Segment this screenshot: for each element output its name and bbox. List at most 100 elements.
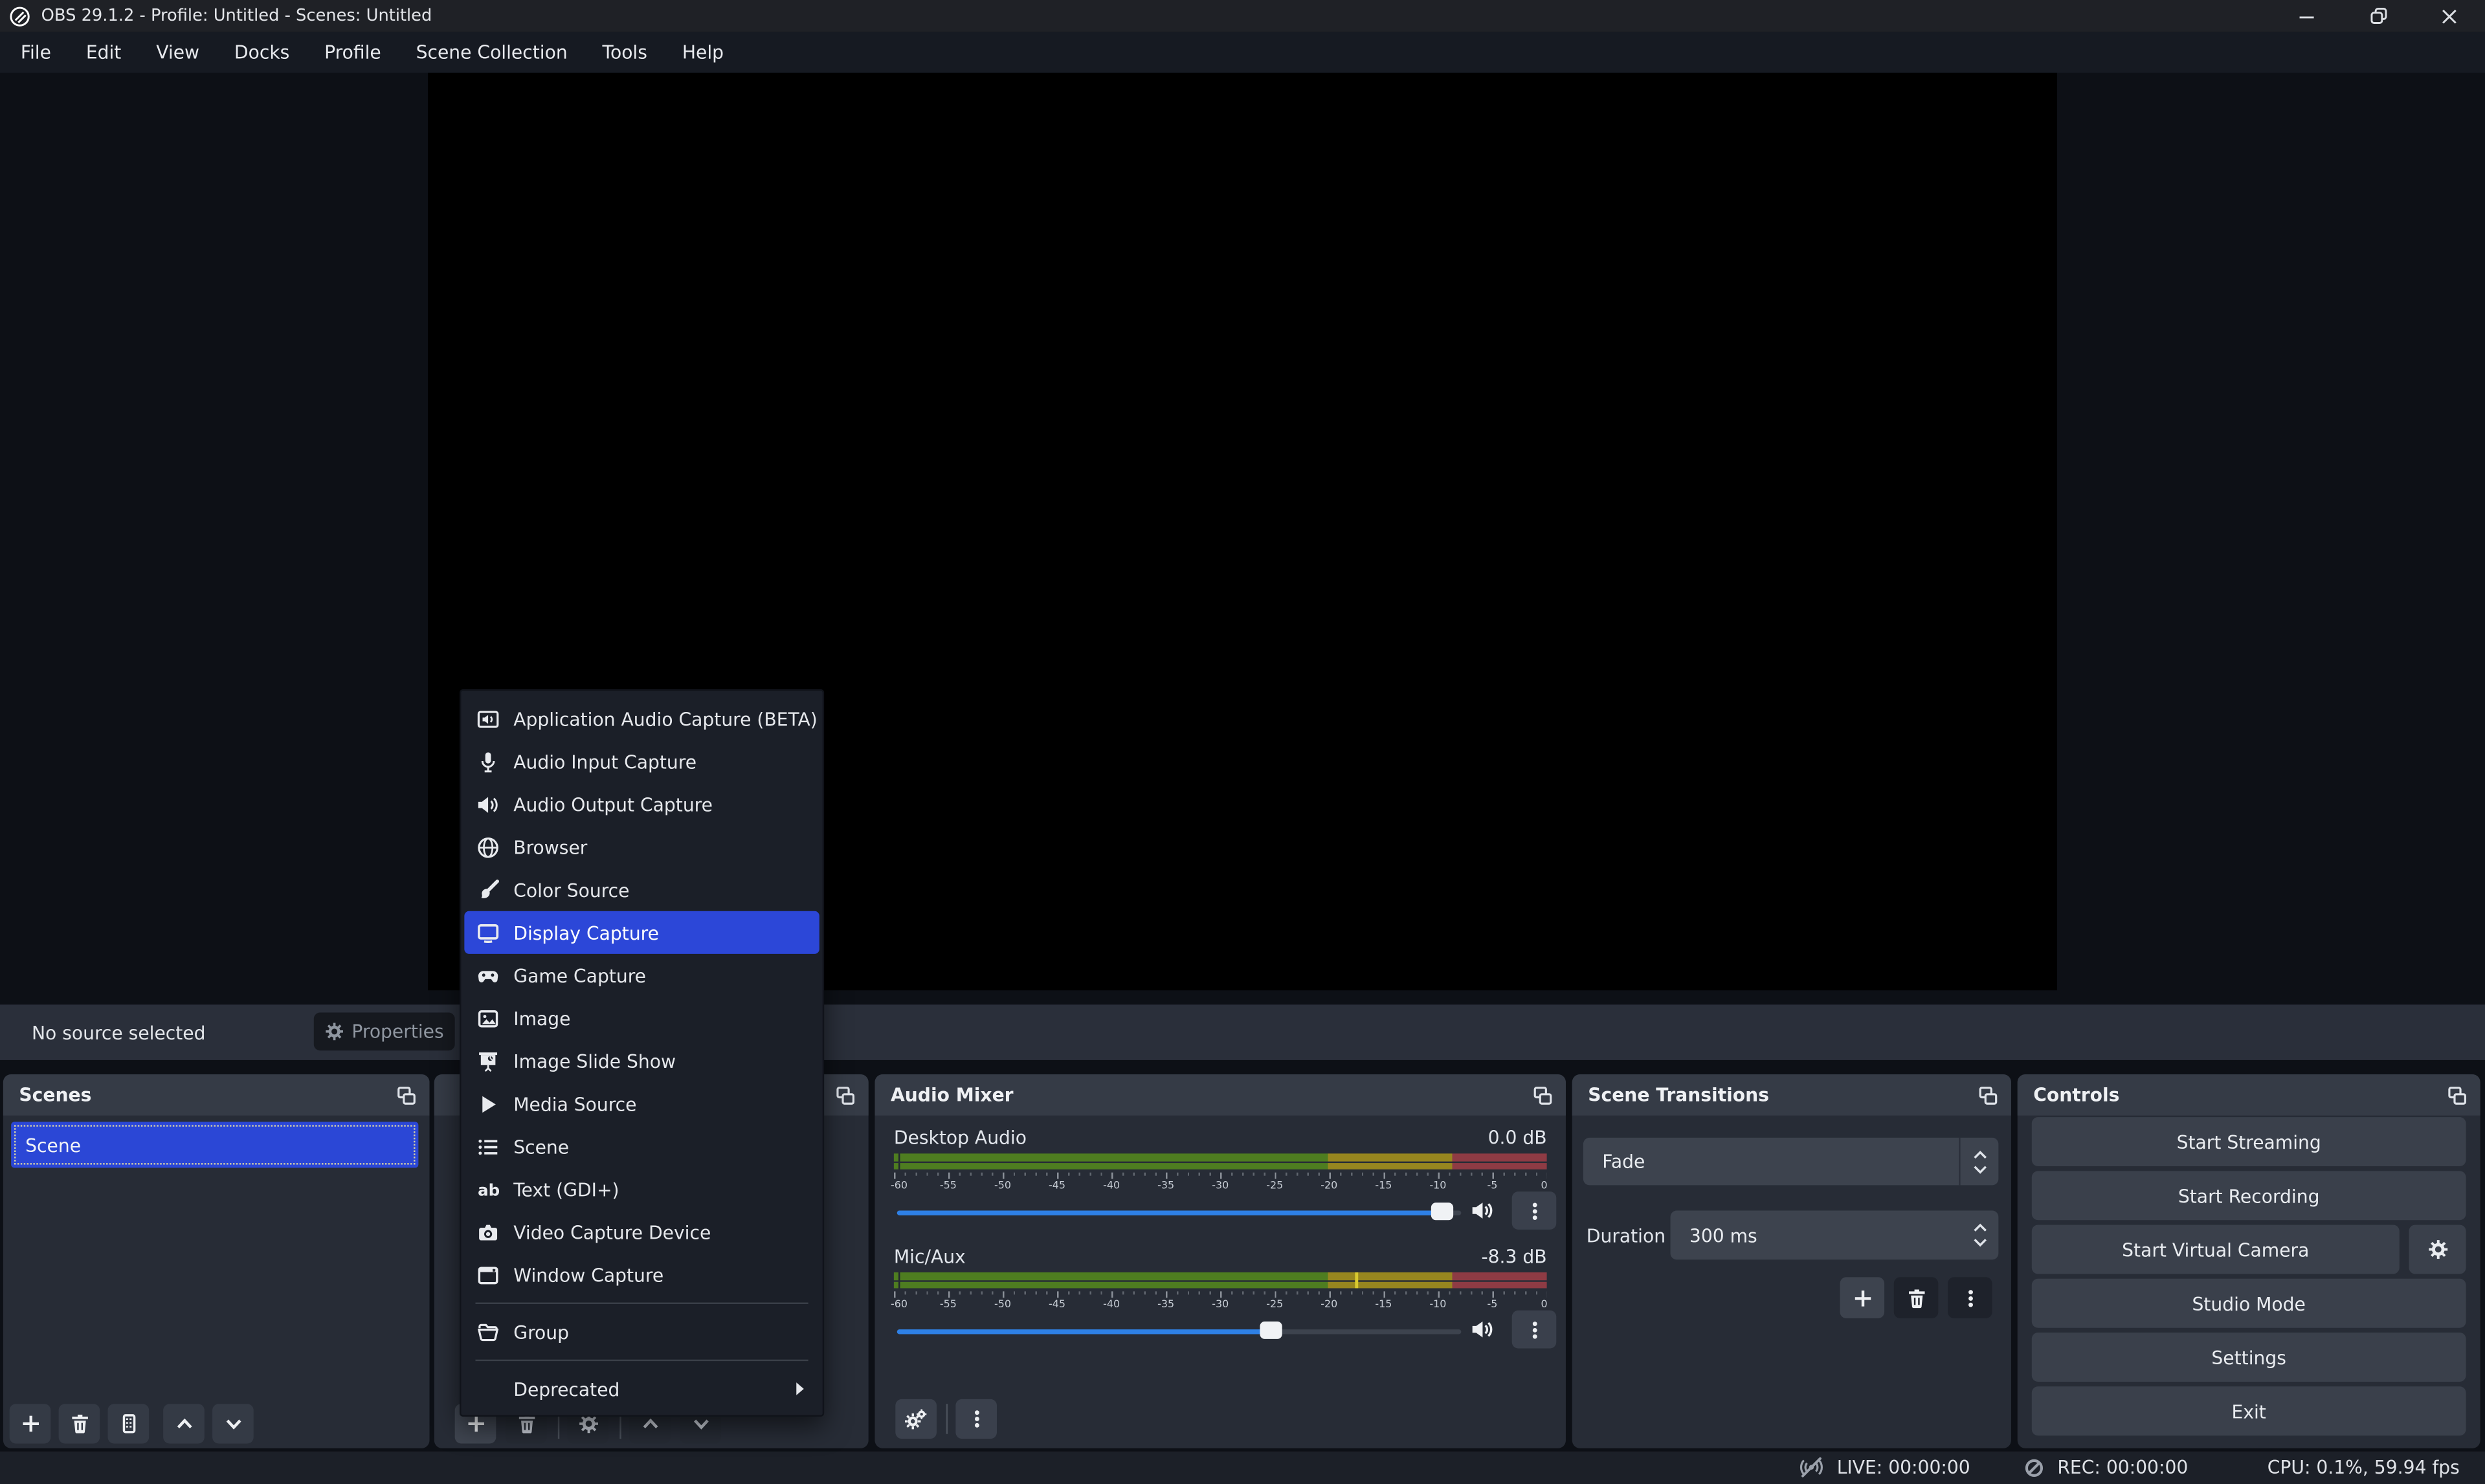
move-scene-up-button[interactable] — [163, 1404, 205, 1443]
text-icon: ab — [477, 1178, 499, 1200]
media-source-icon — [477, 1092, 499, 1114]
scene-icon — [477, 1135, 499, 1157]
popout-icon[interactable] — [1533, 1085, 1554, 1105]
audio-mixer-header[interactable]: Audio Mixer — [875, 1074, 1565, 1116]
popout-icon[interactable] — [396, 1085, 417, 1105]
menu-item-group[interactable]: Group — [464, 1311, 819, 1353]
menu-item-audio-output-capture[interactable]: Audio Output Capture — [464, 782, 819, 825]
menu-item-media-source[interactable]: Media Source — [464, 1082, 819, 1125]
scene-list-item[interactable]: Scene — [11, 1122, 418, 1168]
settings-button[interactable]: Settings — [2032, 1333, 2466, 1382]
scene-transitions-header[interactable]: Scene Transitions — [1572, 1074, 2011, 1116]
menu-profile[interactable]: Profile — [307, 32, 398, 73]
mixer-menu-button[interactable] — [955, 1399, 997, 1439]
controls-header[interactable]: Controls — [2018, 1074, 2480, 1116]
menu-item-browser[interactable]: Browser — [464, 826, 819, 869]
speaker-icon[interactable] — [1471, 1199, 1495, 1221]
gear-icon — [325, 1022, 344, 1041]
add-scene-button[interactable] — [10, 1404, 51, 1443]
menu-docks[interactable]: Docks — [217, 32, 307, 73]
menu-scene-collection[interactable]: Scene Collection — [399, 32, 585, 73]
peak-indicator — [1355, 1272, 1359, 1288]
menu-item-image-slide-show[interactable]: Image Slide Show — [464, 1039, 819, 1082]
menu-item-audio-input-capture[interactable]: Audio Input Capture — [464, 740, 819, 782]
mixer-channel-menu-button[interactable] — [1512, 1191, 1557, 1230]
minimize-button[interactable] — [2271, 0, 2342, 32]
menu-item-deprecated[interactable]: Deprecated — [464, 1368, 819, 1410]
menu-item-color-source[interactable]: Color Source — [464, 869, 819, 911]
transition-properties-button[interactable] — [1948, 1277, 1992, 1318]
mixer-channel-name: Desktop Audio — [894, 1127, 1027, 1149]
volume-slider[interactable] — [894, 1198, 1464, 1226]
move-scene-down-button[interactable] — [212, 1404, 254, 1443]
restore-icon — [2368, 6, 2387, 25]
title-bar: OBS 29.1.2 - Profile: Untitled - Scenes:… — [0, 0, 2485, 32]
popout-icon[interactable] — [835, 1085, 856, 1105]
chevron-down-icon — [1972, 1237, 1987, 1247]
source-properties-button[interactable]: Properties — [314, 1012, 455, 1050]
volume-slider-handle[interactable] — [1431, 1202, 1453, 1220]
start-virtual-camera-button[interactable]: Start Virtual Camera — [2032, 1225, 2400, 1274]
menu-file[interactable]: File — [3, 32, 69, 73]
transition-spinner[interactable] — [1961, 1149, 1999, 1173]
maximize-button[interactable] — [2343, 0, 2414, 32]
popout-icon[interactable] — [2447, 1085, 2468, 1105]
mixer-channel-level: -8.3 dB — [1481, 1245, 1546, 1267]
add-source-context-menu: Application Audio Capture (BETA) Audio I… — [460, 689, 824, 1417]
exit-button[interactable]: Exit — [2032, 1386, 2466, 1435]
game-capture-icon — [477, 964, 499, 986]
popout-icon[interactable] — [1978, 1085, 1999, 1105]
menu-edit[interactable]: Edit — [69, 32, 139, 73]
scene-transitions-dock: Scene Transitions Fade Duration 300 ms — [1572, 1074, 2011, 1448]
mixer-channel-menu-button[interactable] — [1512, 1311, 1557, 1349]
volume-meter — [894, 1272, 1547, 1288]
window-icon — [477, 1264, 499, 1286]
virtual-camera-settings-button[interactable] — [2409, 1225, 2466, 1274]
scene-transitions-title: Scene Transitions — [1588, 1084, 1978, 1106]
add-transition-button[interactable] — [1840, 1277, 1885, 1318]
chevron-up-icon — [173, 1413, 194, 1434]
speaker-icon[interactable] — [1471, 1318, 1495, 1340]
start-streaming-button[interactable]: Start Streaming — [2032, 1117, 2466, 1166]
menu-item-image[interactable]: Image — [464, 997, 819, 1039]
studio-mode-button[interactable]: Studio Mode — [2032, 1279, 2466, 1328]
menu-item-window-capture[interactable]: Window Capture — [464, 1254, 819, 1296]
menu-view[interactable]: View — [139, 32, 217, 73]
volume-slider-handle[interactable] — [1259, 1322, 1281, 1339]
scene-filters-button[interactable] — [107, 1404, 149, 1443]
volume-slider[interactable] — [894, 1317, 1464, 1346]
no-source-selected-label: No source selected — [32, 1004, 206, 1060]
transition-select[interactable]: Fade — [1583, 1138, 1998, 1185]
menu-item-application-audio-capture[interactable]: Application Audio Capture (BETA) — [464, 697, 819, 740]
meter-scale-labels: -60-55 -50-45 -40-35 -30-25 -20-15 -10-5… — [894, 1298, 1547, 1311]
gear-icon — [2427, 1239, 2448, 1260]
transition-value: Fade — [1602, 1150, 1959, 1172]
double-gear-icon — [905, 1408, 927, 1430]
remove-scene-button[interactable] — [59, 1404, 100, 1443]
cpu-fps-stats: CPU: 0.1%, 59.94 fps — [2268, 1457, 2460, 1479]
audio-input-icon — [477, 750, 499, 772]
menu-help[interactable]: Help — [665, 32, 741, 73]
source-properties-label: Properties — [351, 1021, 443, 1043]
duration-input[interactable]: 300 ms — [1671, 1211, 1999, 1260]
menu-item-video-capture-device[interactable]: Video Capture Device — [464, 1211, 819, 1254]
menu-item-display-capture[interactable]: Display Capture — [464, 911, 819, 954]
close-button[interactable] — [2414, 0, 2485, 32]
advanced-audio-properties-button[interactable] — [895, 1399, 937, 1439]
close-icon — [2440, 7, 2458, 25]
rec-time: REC: 00:00:00 — [2057, 1457, 2188, 1479]
menu-item-scene[interactable]: Scene — [464, 1125, 819, 1168]
menu-bar: File Edit View Docks Profile Scene Colle… — [0, 32, 2485, 73]
remove-transition-button[interactable] — [1894, 1277, 1939, 1318]
menu-item-game-capture[interactable]: Game Capture — [464, 954, 819, 997]
menu-item-text-gdi[interactable]: ab Text (GDI+) — [464, 1168, 819, 1210]
trash-icon — [1906, 1287, 1926, 1308]
obs-window: OBS 29.1.2 - Profile: Untitled - Scenes:… — [0, 0, 2485, 1484]
plus-icon — [20, 1413, 41, 1434]
trash-icon — [69, 1413, 90, 1434]
menu-tools[interactable]: Tools — [585, 32, 665, 73]
start-recording-button[interactable]: Start Recording — [2032, 1171, 2466, 1220]
app-audio-capture-icon — [477, 707, 499, 729]
duration-spinner[interactable] — [1961, 1223, 1999, 1247]
scenes-dock-header[interactable]: Scenes — [3, 1074, 430, 1116]
